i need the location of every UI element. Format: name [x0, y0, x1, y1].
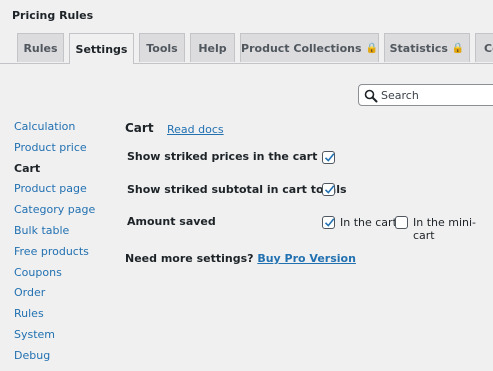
tab-tools[interactable]: Tools: [139, 33, 185, 62]
section-title: Cart: [125, 121, 154, 135]
tab-label: Statistics: [389, 41, 448, 55]
striked-subtotal-label: Show striked subtotal in cart totals: [127, 183, 347, 196]
tab-bar: Rules Settings Tools Help Product Collec…: [0, 33, 493, 64]
buy-pro-link[interactable]: Buy Pro Version: [257, 252, 356, 265]
amount-saved-label: Amount saved: [127, 215, 216, 228]
lock-icon: 🔒: [451, 42, 465, 54]
amount-saved-minicart-label: In the mini-cart: [413, 216, 477, 242]
tab-help[interactable]: Help: [190, 33, 235, 62]
tab-label: Rules: [23, 41, 58, 55]
striked-subtotal-checkbox[interactable]: [322, 183, 335, 196]
amount-saved-cart-label: In the cart: [340, 216, 397, 229]
lock-icon: 🔒: [365, 42, 378, 54]
sidebar-item-coupons[interactable]: Coupons: [14, 266, 95, 287]
sidebar-item-debug[interactable]: Debug: [14, 349, 95, 370]
amount-saved-cart-checkbox[interactable]: [322, 216, 335, 229]
sidebar-item-category-page[interactable]: Category page: [14, 203, 95, 224]
read-docs-link[interactable]: Read docs: [167, 123, 224, 136]
striked-prices-checkbox[interactable]: [322, 151, 335, 164]
sidebar-item-product-page[interactable]: Product page: [14, 182, 95, 203]
tab-co[interactable]: Co: [475, 33, 493, 62]
amount-saved-minicart-checkbox[interactable]: [395, 216, 408, 229]
checkmark-icon: [324, 185, 335, 194]
sidebar-item-calculation[interactable]: Calculation: [14, 120, 95, 141]
sidebar-item-bulk-table[interactable]: Bulk table: [14, 224, 95, 245]
tab-label: Help: [198, 41, 227, 55]
page-title: Pricing Rules: [12, 9, 94, 22]
tab-statistics[interactable]: Statistics 🔒: [384, 33, 470, 62]
sidebar-item-free-products[interactable]: Free products: [14, 245, 95, 266]
promo-text: Need more settings?: [125, 252, 254, 265]
striked-prices-label: Show striked prices in the cart: [127, 150, 318, 163]
sidebar-item-cart[interactable]: Cart: [14, 162, 95, 183]
tab-product-collections[interactable]: Product Collections 🔒: [240, 33, 379, 62]
sidebar-item-product-price[interactable]: Product price: [14, 141, 95, 162]
tab-label: Settings: [75, 42, 128, 56]
sidebar-item-system[interactable]: System: [14, 328, 95, 349]
tab-label: Co: [484, 41, 493, 55]
search-input[interactable]: [381, 87, 491, 103]
tab-settings[interactable]: Settings: [69, 33, 134, 64]
tab-rules[interactable]: Rules: [17, 33, 64, 62]
tab-label: Product Collections: [241, 41, 362, 55]
search-box[interactable]: [358, 84, 493, 106]
sidebar-item-rules[interactable]: Rules: [14, 307, 95, 328]
checkmark-icon: [324, 218, 335, 227]
sidebar-item-order[interactable]: Order: [14, 286, 95, 307]
promo-line: Need more settings? Buy Pro Version: [125, 252, 356, 265]
tab-label: Tools: [146, 41, 178, 55]
checkmark-icon: [324, 153, 335, 162]
search-icon: [364, 89, 378, 103]
settings-sidebar: Calculation Product price Cart Product p…: [14, 120, 95, 370]
